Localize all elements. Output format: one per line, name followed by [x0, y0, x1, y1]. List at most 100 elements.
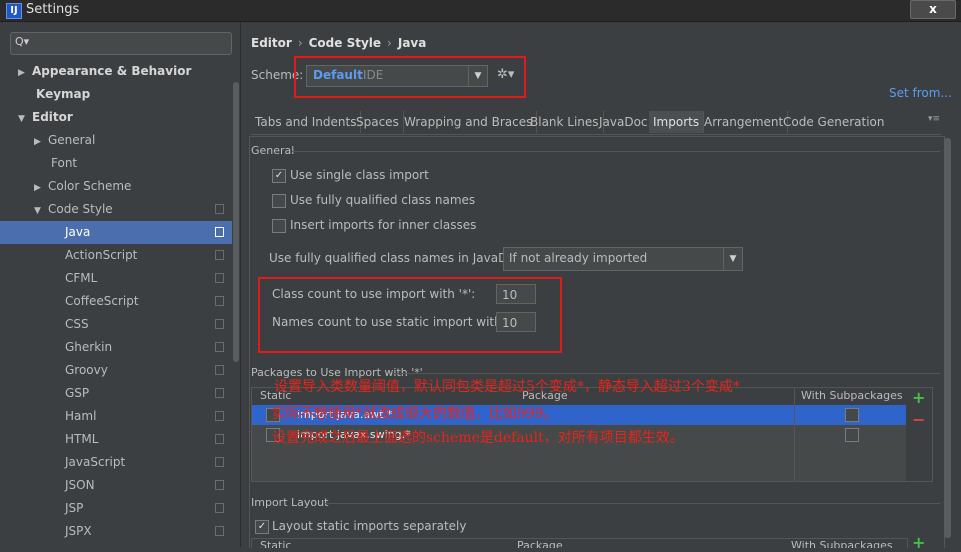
import-layout-section-title: Import Layout [251, 496, 329, 509]
tree-item-json[interactable]: JSON [0, 474, 232, 497]
subpackages-checkbox[interactable] [845, 428, 859, 442]
section-divider [392, 373, 940, 374]
fully-qualified-checkbox[interactable] [272, 194, 286, 208]
tab-imports[interactable]: Imports [649, 111, 705, 133]
tab-wrapping-and-braces[interactable]: Wrapping and Braces [400, 111, 538, 133]
breadcrumb-code-style: Code Style [308, 36, 382, 50]
add-icon[interactable]: + [912, 533, 925, 552]
tab-arrangement[interactable]: Arrangement [700, 111, 789, 133]
search-icon: Q▾ [15, 35, 30, 48]
tree-item-label: HTML [65, 432, 99, 446]
tab-tabs-and-indents[interactable]: Tabs and Indents [251, 111, 362, 133]
tree-item-jspx[interactable]: JSPX [0, 520, 232, 543]
title-bar [0, 0, 961, 22]
tree-item-label: JSP [65, 501, 84, 515]
copy-icon [215, 411, 224, 421]
breadcrumb: Editor › Code Style › Java [251, 36, 426, 50]
fully-qualified-label: Use fully qualified class names [290, 193, 476, 207]
tree-item-color-scheme[interactable]: ▶ Color Scheme [0, 175, 266, 198]
copy-icon [215, 204, 224, 214]
breadcrumb-java: Java [397, 36, 427, 50]
layout-static-label: Layout static imports separately [272, 519, 467, 533]
tree-item-groovy[interactable]: Groovy [0, 359, 232, 382]
copy-icon [215, 342, 224, 352]
tab-code-generation[interactable]: Code Generation [779, 111, 888, 133]
tree-item-editor[interactable]: ▼ Editor [0, 106, 250, 129]
chevron-down-icon: ▼ [723, 248, 742, 270]
close-button[interactable]: x [910, 0, 956, 19]
copy-icon [215, 503, 224, 513]
layout-static-checkbox[interactable]: ✓ [255, 520, 269, 534]
tree-item-label: ActionScript [65, 248, 138, 262]
copy-icon [215, 480, 224, 490]
tree-item-label: JSON [65, 478, 95, 492]
tree-item-label: Keymap [36, 87, 91, 101]
tree-item-javascript[interactable]: JavaScript [0, 451, 232, 474]
subpackages-checkbox[interactable] [845, 408, 859, 422]
tree-item-label: Haml [65, 409, 97, 423]
sidebar: Q▾ ▶ Appearance & Behavior Keymap ▼ Editor… [0, 22, 241, 547]
class-count-label: Class count to use import with '*': [272, 287, 476, 301]
class-count-input[interactable]: 10 [496, 284, 536, 304]
javadoc-dropdown[interactable]: If not already imported ▼ [503, 247, 743, 271]
copy-icon [215, 296, 224, 306]
tree-item-appearance[interactable]: ▶ Appearance & Behavior [0, 60, 250, 83]
tree-item-actionscript[interactable]: ActionScript [0, 244, 232, 267]
tree-item-code-style[interactable]: ▼ Code Style [0, 198, 266, 221]
copy-icon [215, 457, 224, 467]
breadcrumb-separator: › [297, 36, 303, 50]
tree-item-haml[interactable]: Haml [0, 405, 232, 428]
table-toolbar: + − [906, 387, 933, 482]
tree-item-label: Font [51, 156, 78, 170]
tree-item-label: CFML [65, 271, 98, 285]
expand-arrow-icon: ▶ [34, 137, 41, 147]
tree-item-label: JavaScript [65, 455, 126, 469]
section-divider [324, 503, 940, 504]
tree-item-gsp[interactable]: GSP [0, 382, 232, 405]
tree-item-label: General [48, 133, 96, 147]
tab-javadoc[interactable]: JavaDoc [595, 111, 653, 133]
tree-item-css[interactable]: CSS [0, 313, 232, 336]
single-class-import-label: Use single class import [290, 168, 429, 182]
tree-item-jsp[interactable]: JSP [0, 497, 232, 520]
tree-item-java[interactable]: Java [0, 221, 232, 244]
add-icon[interactable]: + [912, 388, 925, 407]
tree-item-label: Color Scheme [48, 179, 132, 193]
sidebar-scrollbar[interactable] [233, 82, 239, 362]
search-input[interactable]: Q▾ [10, 32, 232, 55]
javadoc-value: If not already imported [509, 251, 648, 265]
col-with-subpackages: With Subpackages [801, 389, 903, 402]
tree-item-cfml[interactable]: CFML [0, 267, 232, 290]
highlight-box-scheme [294, 56, 526, 98]
tree-item-coffeescript[interactable]: CoffeeScript [0, 290, 232, 313]
window-title: Settings [26, 2, 80, 17]
column-divider [794, 388, 795, 481]
tab-spaces[interactable]: Spaces [352, 111, 404, 133]
tree-item-label: CoffeeScript [65, 294, 139, 308]
remove-icon[interactable]: − [912, 410, 925, 429]
tab-list-icon[interactable]: ▾≡ [928, 114, 940, 124]
inner-classes-label: Insert imports for inner classes [290, 218, 477, 232]
tree-item-label: JSPX [65, 524, 92, 538]
tree-item-font[interactable]: Font [0, 152, 283, 175]
general-section-title: General [251, 144, 295, 157]
copy-icon [215, 250, 224, 260]
set-from-link[interactable]: Set from... [889, 86, 952, 100]
content-scrollbar[interactable] [944, 138, 951, 538]
section-divider [292, 151, 940, 152]
annotation-line-2: 实际不想使用*就改成很大的数值，比如999。 [272, 406, 558, 422]
names-count-label: Names count to use static import with '*… [272, 315, 523, 329]
tree-item-general[interactable]: ▶ General [0, 129, 266, 152]
javadoc-label: Use fully qualified class names in JavaD… [269, 251, 526, 265]
single-class-import-checkbox[interactable]: ✓ [272, 169, 286, 183]
tree-item-label: Java [65, 225, 91, 239]
annotation-line-3: 设置完成之后最上面选的scheme是default，对所有项目都生效。 [272, 430, 684, 446]
tree-item-gherkin[interactable]: Gherkin [0, 336, 232, 359]
tree-item-keymap[interactable]: Keymap [0, 83, 268, 106]
tab-blank-lines[interactable]: Blank Lines [526, 111, 604, 133]
expand-arrow-icon: ▶ [34, 183, 41, 193]
names-count-input[interactable]: 10 [496, 312, 536, 332]
inner-classes-checkbox[interactable] [272, 219, 286, 233]
copy-icon [215, 319, 224, 329]
tree-item-html[interactable]: HTML [0, 428, 232, 451]
